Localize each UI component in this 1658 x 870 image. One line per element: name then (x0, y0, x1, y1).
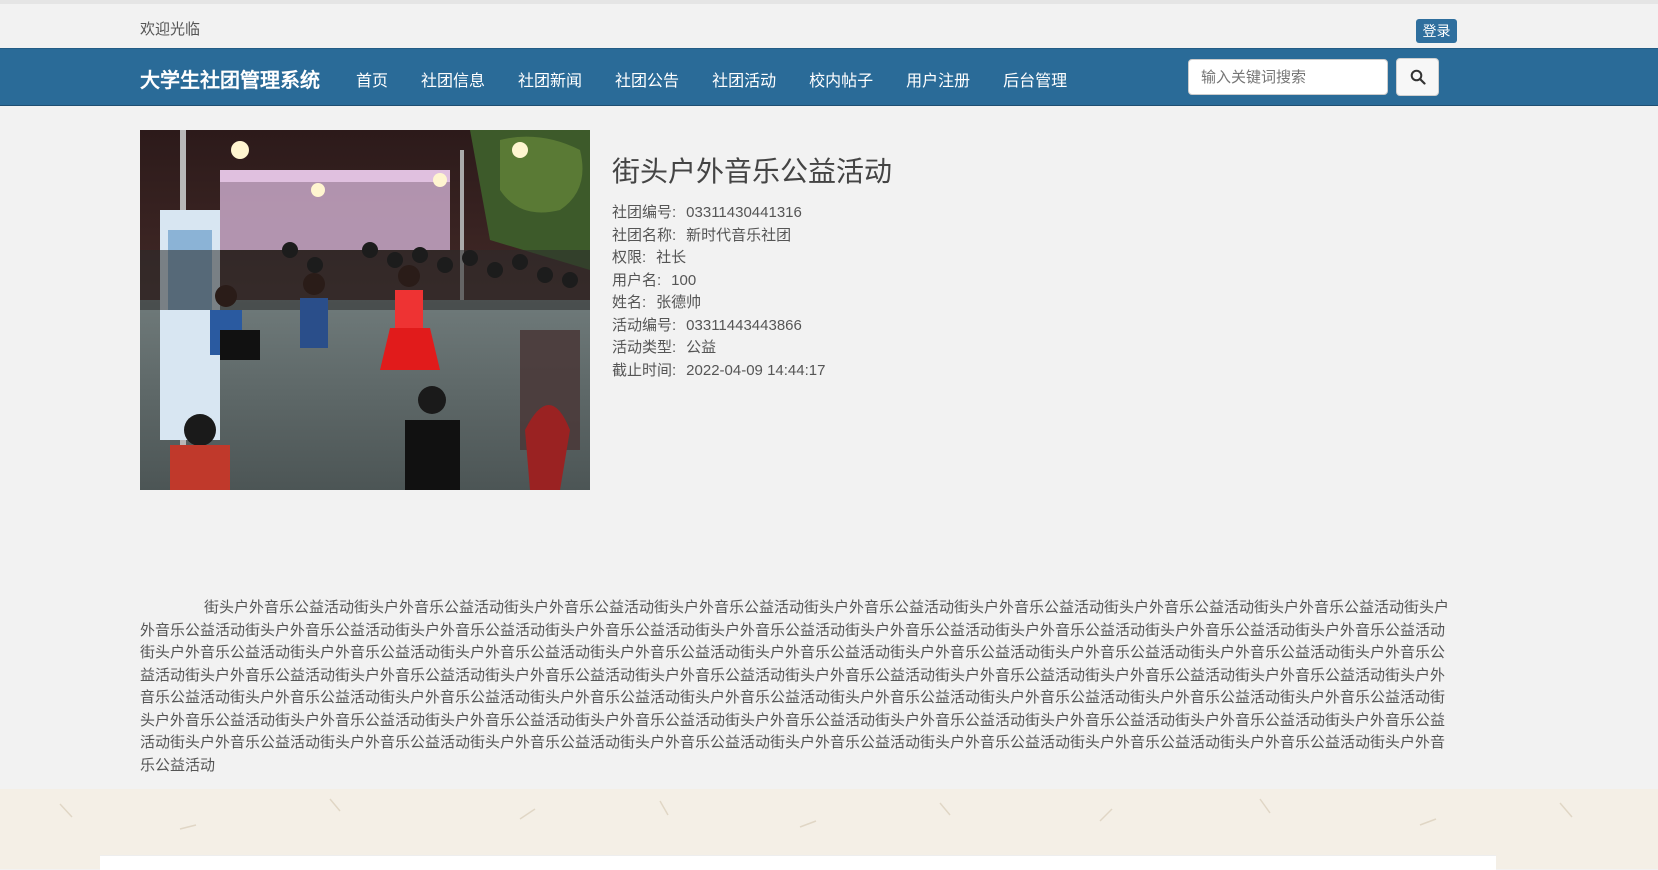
detail-key: 用户名: (612, 271, 662, 289)
detail-value: 社长 (656, 249, 687, 266)
detail-row-deadline: 截止时间: 2022-04-09 14:44:17 (612, 360, 1312, 383)
activity-image (140, 130, 590, 490)
nav-item-club-news[interactable]: 社团新闻 (518, 67, 582, 91)
nav-item-campus-posts[interactable]: 校内帖子 (809, 67, 873, 91)
nav-item-club-notice[interactable]: 社团公告 (615, 67, 679, 91)
detail-value: 100 (671, 271, 697, 289)
nav-item-club-info[interactable]: 社团信息 (421, 67, 485, 91)
nav-menu: 首页 社团信息 社团新闻 社团公告 社团活动 校内帖子 用户注册 后台管理 (356, 67, 1100, 91)
login-button[interactable]: 登录 (1416, 19, 1457, 43)
detail-key: 活动编号: (612, 316, 677, 334)
activity-description: 街头户外音乐公益活动街头户外音乐公益活动街头户外音乐公益活动街头户外音乐公益活动… (140, 599, 1450, 774)
detail-value: 03311430441316 (686, 204, 802, 221)
top-bar: 欢迎光临 登录 (0, 0, 1658, 48)
site-brand[interactable]: 大学生社团管理系统 (140, 64, 320, 93)
detail-key: 社团名称: (612, 226, 677, 244)
detail-value: 张德帅 (656, 294, 702, 311)
detail-row-activity-id: 活动编号: 03311443443866 (612, 315, 1312, 338)
detail-key: 截止时间: (612, 361, 677, 379)
detail-row-username: 用户名: 100 (612, 270, 1312, 293)
search-input[interactable] (1188, 59, 1388, 95)
detail-value: 公益 (686, 339, 717, 356)
detail-key: 权限: (612, 249, 647, 266)
nav-item-club-activity[interactable]: 社团活动 (712, 67, 776, 91)
street-music-photo-icon (140, 130, 590, 490)
welcome-text: 欢迎光临 (140, 21, 201, 38)
detail-value: 2022-04-09 14:44:17 (686, 361, 826, 379)
detail-value: 新时代音乐社团 (686, 226, 792, 244)
detail-row-permission: 权限: 社长 (612, 247, 1312, 270)
detail-key: 姓名: (612, 294, 647, 311)
detail-row-club-name: 社团名称: 新时代音乐社团 (612, 225, 1312, 248)
footer-panel (100, 855, 1496, 870)
nav-item-admin[interactable]: 后台管理 (1003, 67, 1067, 91)
nav-item-home[interactable]: 首页 (356, 67, 388, 91)
search-button[interactable] (1396, 58, 1439, 96)
detail-row-activity-type: 活动类型: 公益 (612, 337, 1312, 360)
activity-detail: 街头户外音乐公益活动 社团编号: 03311430441316 社团名称: 新时代音… (612, 150, 1312, 382)
detail-key: 社团编号: (612, 204, 677, 221)
detail-row-name: 姓名: 张德帅 (612, 292, 1312, 315)
search-icon (1410, 69, 1426, 85)
detail-key: 活动类型: (612, 339, 677, 356)
main-navbar: 大学生社团管理系统 首页 社团信息 社团新闻 社团公告 社团活动 校内帖子 用户… (0, 48, 1658, 106)
activity-title: 街头户外音乐公益活动 (612, 156, 893, 187)
detail-value: 03311443443866 (686, 316, 802, 334)
nav-item-register[interactable]: 用户注册 (906, 67, 970, 91)
detail-row-club-id: 社团编号: 03311430441316 (612, 202, 1312, 225)
